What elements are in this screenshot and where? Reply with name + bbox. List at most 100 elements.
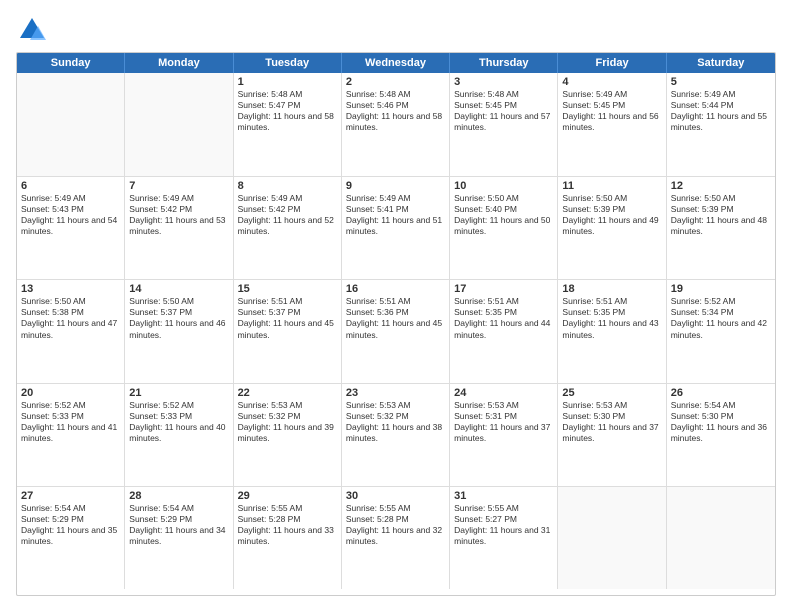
day-number: 27 (21, 490, 120, 502)
day-number: 25 (562, 387, 661, 399)
daylight-text: Daylight: 11 hours and 38 minutes. (346, 422, 445, 444)
sunrise-text: Sunrise: 5:48 AM (346, 89, 445, 100)
daylight-text: Daylight: 11 hours and 58 minutes. (238, 111, 337, 133)
sunset-text: Sunset: 5:38 PM (21, 307, 120, 318)
calendar-cell-20: 20Sunrise: 5:52 AMSunset: 5:33 PMDayligh… (17, 384, 125, 486)
header-day-sunday: Sunday (17, 53, 125, 73)
calendar-cell-8: 8Sunrise: 5:49 AMSunset: 5:42 PMDaylight… (234, 177, 342, 279)
daylight-text: Daylight: 11 hours and 31 minutes. (454, 525, 553, 547)
calendar-row-3: 20Sunrise: 5:52 AMSunset: 5:33 PMDayligh… (17, 383, 775, 486)
header (16, 16, 776, 44)
day-number: 23 (346, 387, 445, 399)
day-number: 13 (21, 283, 120, 295)
daylight-text: Daylight: 11 hours and 52 minutes. (238, 215, 337, 237)
sunrise-text: Sunrise: 5:55 AM (238, 503, 337, 514)
daylight-text: Daylight: 11 hours and 34 minutes. (129, 525, 228, 547)
day-number: 30 (346, 490, 445, 502)
day-number: 4 (562, 76, 661, 88)
sunrise-text: Sunrise: 5:49 AM (346, 193, 445, 204)
day-number: 24 (454, 387, 553, 399)
sunrise-text: Sunrise: 5:49 AM (129, 193, 228, 204)
calendar-cell-empty-4-6 (667, 487, 775, 589)
calendar-cell-29: 29Sunrise: 5:55 AMSunset: 5:28 PMDayligh… (234, 487, 342, 589)
sunset-text: Sunset: 5:29 PM (129, 514, 228, 525)
sunrise-text: Sunrise: 5:51 AM (238, 296, 337, 307)
sunset-text: Sunset: 5:39 PM (562, 204, 661, 215)
sunset-text: Sunset: 5:31 PM (454, 411, 553, 422)
sunset-text: Sunset: 5:41 PM (346, 204, 445, 215)
sunrise-text: Sunrise: 5:55 AM (346, 503, 445, 514)
daylight-text: Daylight: 11 hours and 57 minutes. (454, 111, 553, 133)
page: SundayMondayTuesdayWednesdayThursdayFrid… (0, 0, 792, 612)
calendar-cell-6: 6Sunrise: 5:49 AMSunset: 5:43 PMDaylight… (17, 177, 125, 279)
sunrise-text: Sunrise: 5:51 AM (454, 296, 553, 307)
day-number: 20 (21, 387, 120, 399)
calendar-cell-22: 22Sunrise: 5:53 AMSunset: 5:32 PMDayligh… (234, 384, 342, 486)
calendar: SundayMondayTuesdayWednesdayThursdayFrid… (16, 52, 776, 596)
day-number: 12 (671, 180, 771, 192)
sunset-text: Sunset: 5:39 PM (671, 204, 771, 215)
day-number: 1 (238, 76, 337, 88)
calendar-cell-3: 3Sunrise: 5:48 AMSunset: 5:45 PMDaylight… (450, 73, 558, 176)
sunrise-text: Sunrise: 5:48 AM (454, 89, 553, 100)
daylight-text: Daylight: 11 hours and 37 minutes. (454, 422, 553, 444)
daylight-text: Daylight: 11 hours and 49 minutes. (562, 215, 661, 237)
sunrise-text: Sunrise: 5:49 AM (671, 89, 771, 100)
daylight-text: Daylight: 11 hours and 55 minutes. (671, 111, 771, 133)
sunrise-text: Sunrise: 5:52 AM (129, 400, 228, 411)
sunrise-text: Sunrise: 5:48 AM (238, 89, 337, 100)
sunset-text: Sunset: 5:37 PM (238, 307, 337, 318)
day-number: 3 (454, 76, 553, 88)
sunset-text: Sunset: 5:28 PM (346, 514, 445, 525)
sunset-text: Sunset: 5:35 PM (454, 307, 553, 318)
daylight-text: Daylight: 11 hours and 53 minutes. (129, 215, 228, 237)
calendar-cell-16: 16Sunrise: 5:51 AMSunset: 5:36 PMDayligh… (342, 280, 450, 382)
daylight-text: Daylight: 11 hours and 45 minutes. (238, 318, 337, 340)
sunrise-text: Sunrise: 5:49 AM (21, 193, 120, 204)
sunset-text: Sunset: 5:42 PM (238, 204, 337, 215)
daylight-text: Daylight: 11 hours and 43 minutes. (562, 318, 661, 340)
calendar-cell-24: 24Sunrise: 5:53 AMSunset: 5:31 PMDayligh… (450, 384, 558, 486)
calendar-row-0: 1Sunrise: 5:48 AMSunset: 5:47 PMDaylight… (17, 73, 775, 176)
sunrise-text: Sunrise: 5:52 AM (21, 400, 120, 411)
sunrise-text: Sunrise: 5:49 AM (238, 193, 337, 204)
sunset-text: Sunset: 5:32 PM (346, 411, 445, 422)
sunrise-text: Sunrise: 5:51 AM (346, 296, 445, 307)
header-day-monday: Monday (125, 53, 233, 73)
day-number: 16 (346, 283, 445, 295)
sunset-text: Sunset: 5:30 PM (671, 411, 771, 422)
sunset-text: Sunset: 5:37 PM (129, 307, 228, 318)
day-number: 2 (346, 76, 445, 88)
day-number: 8 (238, 180, 337, 192)
day-number: 10 (454, 180, 553, 192)
calendar-row-4: 27Sunrise: 5:54 AMSunset: 5:29 PMDayligh… (17, 486, 775, 589)
daylight-text: Daylight: 11 hours and 33 minutes. (238, 525, 337, 547)
daylight-text: Daylight: 11 hours and 44 minutes. (454, 318, 553, 340)
calendar-cell-2: 2Sunrise: 5:48 AMSunset: 5:46 PMDaylight… (342, 73, 450, 176)
daylight-text: Daylight: 11 hours and 42 minutes. (671, 318, 771, 340)
sunset-text: Sunset: 5:30 PM (562, 411, 661, 422)
sunset-text: Sunset: 5:42 PM (129, 204, 228, 215)
calendar-cell-empty-0-0 (17, 73, 125, 176)
daylight-text: Daylight: 11 hours and 50 minutes. (454, 215, 553, 237)
sunset-text: Sunset: 5:34 PM (671, 307, 771, 318)
calendar-cell-18: 18Sunrise: 5:51 AMSunset: 5:35 PMDayligh… (558, 280, 666, 382)
sunrise-text: Sunrise: 5:50 AM (562, 193, 661, 204)
calendar-cell-9: 9Sunrise: 5:49 AMSunset: 5:41 PMDaylight… (342, 177, 450, 279)
sunset-text: Sunset: 5:43 PM (21, 204, 120, 215)
header-day-tuesday: Tuesday (234, 53, 342, 73)
day-number: 9 (346, 180, 445, 192)
day-number: 26 (671, 387, 771, 399)
calendar-cell-30: 30Sunrise: 5:55 AMSunset: 5:28 PMDayligh… (342, 487, 450, 589)
day-number: 21 (129, 387, 228, 399)
calendar-cell-25: 25Sunrise: 5:53 AMSunset: 5:30 PMDayligh… (558, 384, 666, 486)
sunset-text: Sunset: 5:47 PM (238, 100, 337, 111)
daylight-text: Daylight: 11 hours and 56 minutes. (562, 111, 661, 133)
daylight-text: Daylight: 11 hours and 32 minutes. (346, 525, 445, 547)
day-number: 5 (671, 76, 771, 88)
sunrise-text: Sunrise: 5:49 AM (562, 89, 661, 100)
daylight-text: Daylight: 11 hours and 47 minutes. (21, 318, 120, 340)
calendar-cell-10: 10Sunrise: 5:50 AMSunset: 5:40 PMDayligh… (450, 177, 558, 279)
daylight-text: Daylight: 11 hours and 45 minutes. (346, 318, 445, 340)
sunrise-text: Sunrise: 5:54 AM (129, 503, 228, 514)
